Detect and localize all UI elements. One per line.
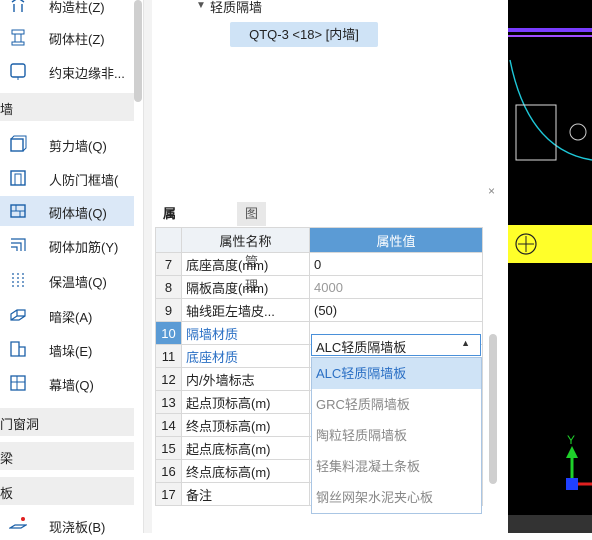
sidebar-item-masonry-wall[interactable]: 砌体墙(Q)	[0, 196, 134, 226]
structural-column-icon	[11, 0, 25, 12]
tree-parent-label[interactable]: 轻质隔墙	[210, 0, 262, 16]
sidebar-item-label: 砌体柱(Z)	[49, 32, 105, 47]
sidebar-item-label: 砌体加筋(Y)	[49, 240, 119, 255]
group-label: 墙	[0, 102, 14, 117]
canvas-status-bar	[508, 515, 592, 533]
panel-divider[interactable]	[144, 0, 152, 533]
property-name-header: 属性名称	[181, 227, 310, 253]
row-index: 12	[155, 367, 182, 391]
row-index: 17	[155, 482, 182, 506]
sidebar-item-masonry-rebar[interactable]: 砌体加筋(Y)	[0, 230, 134, 260]
sidebar-item-label: 约束边缘非...	[49, 66, 125, 81]
sidebar-item-label: 墙垛(E)	[49, 344, 93, 359]
row-index: 9	[155, 298, 182, 322]
row-index: 15	[155, 436, 182, 460]
property-name: 底座材质	[181, 344, 310, 368]
dropdown-option[interactable]: 陶粒轻质隔墙板	[312, 420, 481, 451]
tree-node-selected[interactable]: QTQ-3 <18> [内墙]	[230, 22, 378, 47]
table-scrollbar[interactable]	[489, 334, 497, 484]
property-name: 备注	[181, 482, 310, 506]
group-beam[interactable]: 梁	[0, 442, 134, 470]
sidebar-item-masonry-column[interactable]: 砌体柱(Z)	[0, 22, 134, 52]
sidebar-item-label: 剪力墙(Q)	[49, 139, 107, 154]
tab-property-list[interactable]: 属性列表	[155, 202, 185, 293]
table-header: 属性名称 属性值	[155, 227, 483, 253]
civil-defense-door-wall-icon	[10, 170, 26, 186]
dropdown-options: ALC轻质隔墙板 GRC轻质隔墙板 陶粒轻质隔墙板 轻集料混凝土条板 钢丝网架水…	[311, 357, 482, 514]
group-label: 梁	[0, 451, 14, 466]
wall-pier-icon	[10, 341, 26, 357]
sidebar-item-cast-slab[interactable]: 现浇板(B)	[0, 510, 134, 540]
insulation-wall-icon	[12, 273, 24, 287]
row-index: 16	[155, 459, 182, 483]
partition-material-select[interactable]: ALC轻质隔墙板 ▲	[311, 334, 481, 356]
row-index: 7	[155, 252, 182, 276]
property-name: 起点顶标高(m)	[181, 390, 310, 414]
property-name: 起点底标高(m)	[181, 436, 310, 460]
row-index: 8	[155, 275, 182, 299]
table-row[interactable]: 9 轴线距左墙皮... (50)	[155, 298, 483, 322]
index-header	[155, 227, 182, 253]
caret-up-icon: ▲	[461, 338, 470, 348]
sidebar-item-structural-column[interactable]: 构造柱(Z)	[0, 0, 134, 20]
sidebar-scrollbar[interactable]	[134, 0, 142, 102]
edge-constraint-icon	[10, 63, 26, 80]
dropdown-option[interactable]: 轻集料混凝土条板	[312, 451, 481, 482]
group-doors-windows[interactable]: 门窗洞	[0, 408, 134, 436]
property-name: 隔板高度(mm)	[181, 275, 310, 299]
axis-y-label: Y	[567, 433, 575, 447]
row-index: 14	[155, 413, 182, 437]
select-value: ALC轻质隔墙板	[316, 340, 407, 355]
hidden-beam-icon	[10, 309, 26, 321]
dropdown-option[interactable]: 钢丝网架水泥夹心板	[312, 482, 481, 513]
property-value[interactable]: 4000	[309, 275, 483, 299]
cast-slab-icon	[9, 517, 27, 529]
sidebar-item-label: 暗梁(A)	[49, 310, 93, 325]
curtain-wall-icon	[10, 375, 26, 391]
group-label: 板	[0, 486, 14, 501]
row-index: 11	[155, 344, 182, 368]
group-label: 门窗洞	[0, 417, 40, 432]
sidebar-item-label: 砌体墙(Q)	[49, 206, 107, 221]
drawing-canvas[interactable]: Y	[508, 0, 592, 533]
sidebar-item-edge-constraint[interactable]: 约束边缘非...	[0, 56, 134, 86]
table-row[interactable]: 8 隔板高度(mm) 4000	[155, 275, 483, 299]
sidebar-item-wall-pier[interactable]: 墙垛(E)	[0, 334, 134, 364]
property-name: 隔墙材质	[181, 321, 310, 345]
tree-expand-arrow-icon[interactable]: ▼	[196, 0, 206, 11]
sidebar-item-label: 保温墙(Q)	[49, 275, 107, 290]
property-name: 内/外墙标志	[181, 367, 310, 391]
sidebar-item-label: 现浇板(B)	[49, 520, 106, 535]
property-value[interactable]: (50)	[309, 298, 483, 322]
group-wall[interactable]: 墙	[0, 93, 134, 121]
close-icon[interactable]: ×	[488, 184, 495, 198]
property-name: 底座高度(mm)	[181, 252, 310, 276]
sidebar-item-label: 人防门框墙(	[49, 173, 119, 188]
sidebar-item-shear-wall[interactable]: 剪力墙(Q)	[0, 129, 134, 159]
component-sidebar: 构造柱(Z) 砌体柱(Z) 约束边缘非... 墙 剪力墙(Q) 人防门框墙( 砌…	[0, 0, 144, 535]
row-index: 10	[155, 321, 182, 345]
sidebar-item-label: 幕墙(Q)	[49, 378, 94, 393]
masonry-column-icon	[11, 29, 25, 46]
shear-wall-icon	[10, 135, 27, 152]
property-name: 终点顶标高(m)	[181, 413, 310, 437]
group-slab[interactable]: 板	[0, 477, 134, 505]
canvas-drawing: Y	[508, 28, 592, 490]
masonry-wall-icon	[10, 204, 26, 218]
property-value-header: 属性值	[309, 227, 483, 253]
dropdown-option[interactable]: GRC轻质隔墙板	[312, 389, 481, 420]
tab-layer-management[interactable]: 图层管理	[237, 202, 267, 293]
sidebar-item-label: 构造柱(Z)	[49, 0, 105, 15]
row-index: 13	[155, 390, 182, 414]
property-name: 终点底标高(m)	[181, 459, 310, 483]
sidebar-item-curtain-wall[interactable]: 幕墙(Q)	[0, 368, 134, 398]
sidebar-item-hidden-beam[interactable]: 暗梁(A)	[0, 300, 134, 330]
table-row[interactable]: 7 底座高度(mm) 0	[155, 252, 483, 276]
sidebar-item-civil-defense-door-wall[interactable]: 人防门框墙(	[0, 163, 134, 193]
property-value[interactable]: 0	[309, 252, 483, 276]
property-name: 轴线距左墙皮...	[181, 298, 310, 322]
sidebar-item-insulation-wall[interactable]: 保温墙(Q)	[0, 265, 134, 295]
masonry-rebar-icon	[11, 238, 26, 251]
dropdown-option[interactable]: ALC轻质隔墙板	[312, 358, 481, 389]
